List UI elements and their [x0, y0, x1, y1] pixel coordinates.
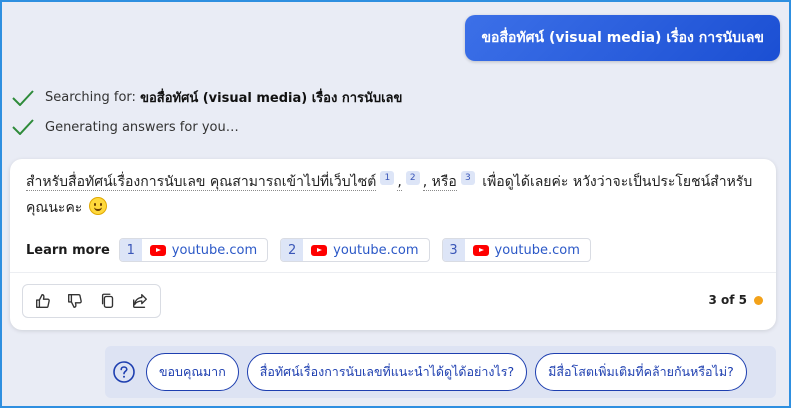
feedback-actions — [22, 284, 161, 318]
user-message-text: ขอสื่อทัศน์ (visual media) เรื่อง การนับ… — [481, 30, 764, 46]
help-icon[interactable] — [112, 360, 136, 384]
source-site: youtube.com — [333, 242, 419, 258]
source-number: 1 — [119, 239, 142, 261]
share-icon[interactable] — [130, 291, 150, 311]
status-dot — [754, 295, 763, 305]
searching-prefix: Searching for: — [45, 90, 141, 105]
source-number: 2 — [281, 239, 304, 261]
suggestion-button-more-media[interactable]: มีสื่อโสตเพิ่มเติมที่คล้ายกันหรือไม่? — [535, 353, 747, 391]
response-pagination: 3 of 5 — [708, 293, 763, 307]
check-icon — [12, 89, 34, 106]
citation-1[interactable]: 1 — [380, 171, 395, 185]
card-divider — [10, 272, 776, 273]
suggestion-bar: ขอบคุณมาก สื่อทัศน์เรื่องการนับเลขที่แนะ… — [105, 346, 776, 398]
source-chip-1[interactable]: 1 youtube.com — [118, 238, 269, 262]
citation-3[interactable]: 3 — [460, 171, 475, 185]
smile-emoji-icon — [88, 197, 107, 215]
citation-2[interactable]: 2 — [405, 171, 420, 185]
generating-status: Generating answers for you… — [12, 119, 239, 135]
source-chip-2[interactable]: 2 youtube.com — [280, 238, 430, 262]
learn-more-label: Learn more — [26, 242, 110, 258]
source-site: youtube.com — [494, 242, 580, 258]
answer-text: สำหรับสื่อทัศน์เรื่องการนับเลข คุณสามารถ… — [26, 169, 766, 221]
pagination-text: 3 of 5 — [708, 293, 747, 307]
suggestion-button-how-to-view[interactable]: สื่อทัศน์เรื่องการนับเลขที่แนะนำได้ดูได้… — [246, 353, 528, 391]
searching-status: Searching for: ขอสื่อทัศน์ (visual media… — [12, 87, 402, 108]
copy-icon[interactable] — [98, 291, 118, 311]
generating-text: Generating answers for you… — [45, 119, 239, 135]
suggestion-button-thanks[interactable]: ขอบคุณมาก — [146, 353, 239, 391]
youtube-icon — [149, 244, 166, 256]
answer-card: สำหรับสื่อทัศน์เรื่องการนับเลข คุณสามารถ… — [10, 159, 776, 330]
citation-separator-1: , — [397, 174, 402, 191]
source-site: youtube.com — [171, 242, 258, 258]
citation-separator-2: , หรือ — [422, 174, 457, 191]
youtube-icon — [311, 244, 328, 256]
learn-more-row: Learn more 1 youtube.com 2 youtube.com 3… — [26, 238, 603, 262]
check-icon — [12, 119, 34, 135]
source-chip-3[interactable]: 3 youtube.com — [441, 238, 591, 262]
searching-query: ขอสื่อทัศน์ (visual media) เรื่อง การนับ… — [140, 91, 403, 106]
source-number: 3 — [442, 239, 465, 261]
thumbs-up-icon[interactable] — [33, 291, 53, 311]
answer-part-1: สำหรับสื่อทัศน์เรื่องการนับเลข คุณสามารถ… — [26, 174, 377, 191]
thumbs-down-icon[interactable] — [65, 291, 85, 311]
user-message-bubble: ขอสื่อทัศน์ (visual media) เรื่อง การนับ… — [465, 15, 780, 61]
youtube-icon — [472, 244, 489, 256]
